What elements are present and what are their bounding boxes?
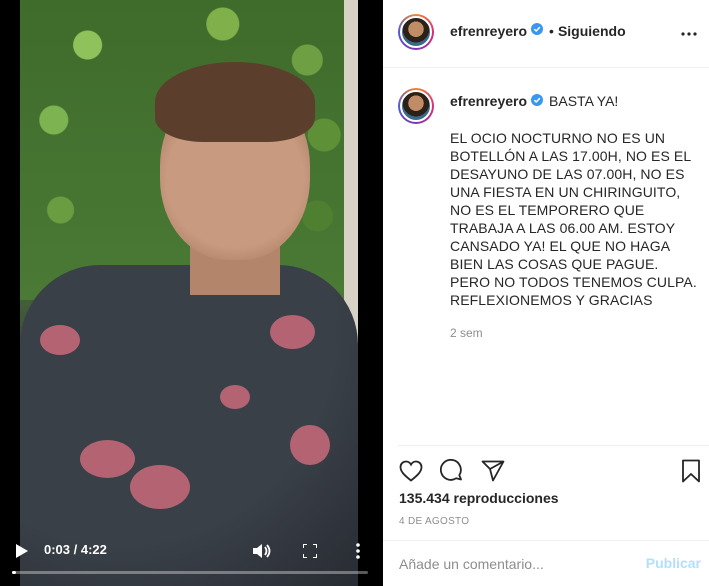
share-icon[interactable] [479, 457, 507, 485]
caption-username[interactable]: efrenreyero [450, 92, 527, 110]
video-person-hair [155, 62, 315, 142]
avatar[interactable] [398, 14, 434, 50]
post-header: efrenreyero • Siguiendo [383, 0, 709, 68]
video-controls: 0:03 / 4:22 [0, 526, 383, 586]
divider [398, 445, 709, 446]
header-user: efrenreyero • Siguiendo [450, 22, 626, 40]
publish-button[interactable]: Publicar [646, 555, 701, 571]
post-date[interactable]: 4 DE AGOSTO [399, 516, 469, 527]
caption-time[interactable]: 2 sem [450, 324, 700, 342]
video-progress-bar[interactable] [12, 571, 368, 574]
comment-input[interactable] [399, 553, 629, 575]
verified-icon [531, 22, 544, 40]
bookmark-icon[interactable] [677, 457, 705, 485]
caption-body: efrenreyero BASTA YA! EL OCIO NOCTURNO N… [450, 86, 700, 342]
play-icon[interactable] [12, 541, 32, 561]
more-horizontal-icon[interactable] [677, 22, 701, 46]
caption-first-line: efrenreyero BASTA YA! [450, 92, 700, 110]
header-separator: • [549, 23, 554, 39]
video-pane[interactable]: 0:03 / 4:22 [0, 0, 383, 586]
caption-title: BASTA YA! [549, 93, 619, 109]
fullscreen-icon[interactable] [300, 541, 320, 561]
post-sidebar: efrenreyero • Siguiendo efrenreyero BAST… [383, 0, 709, 586]
caption-text: EL OCIO NOCTURNO NO ES UN BOTELLÓN A LAS… [450, 130, 697, 308]
volume-icon[interactable] [252, 541, 272, 561]
view-count[interactable]: 135.434 reproducciones [399, 490, 559, 506]
video-progress-fill [12, 571, 17, 574]
comment-icon[interactable] [438, 457, 466, 485]
video-frame[interactable] [20, 0, 358, 586]
action-bar [383, 455, 709, 487]
verified-icon [531, 92, 544, 110]
video-time: 0:03 / 4:22 [44, 542, 107, 557]
following-button[interactable]: Siguiendo [558, 23, 626, 39]
avatar[interactable] [398, 88, 434, 124]
header-username[interactable]: efrenreyero [450, 23, 527, 39]
more-vertical-icon[interactable] [348, 541, 368, 561]
heart-icon[interactable] [397, 457, 425, 485]
comment-bar: Publicar [383, 540, 709, 586]
